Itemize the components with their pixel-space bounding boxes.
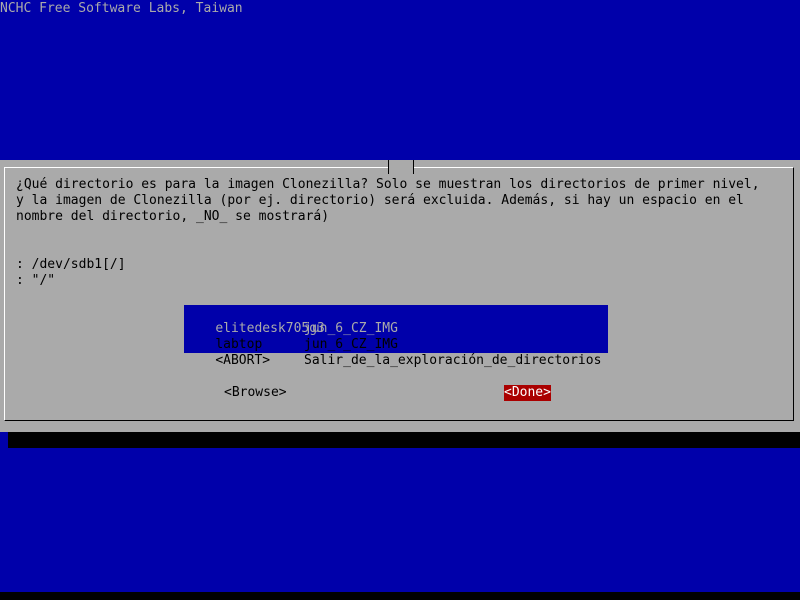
menu-item-abort[interactable]: <ABORT> Salir_de_la_exploración_de_direct… [184, 337, 608, 385]
dialog-shadow [8, 432, 800, 448]
screen: { "backtitle": "NCHC Free Software Labs,… [0, 0, 800, 600]
prompt-line-2: y la imagen de Clonezilla (por ej. direc… [16, 193, 744, 208]
prompt-line-1: ¿Qué directorio es para la imagen Clonez… [16, 177, 760, 192]
dialog-box: ¿Qué directorio es para la imagen Clonez… [0, 160, 800, 432]
dialog-title-notch [388, 160, 414, 174]
menu-item-desc: Salir_de_la_exploración_de_directorios [304, 353, 602, 368]
browse-button[interactable]: <Browse> [224, 385, 287, 401]
bottom-bar [0, 592, 800, 600]
prompt-line-3: nombre del directorio, _NO_ se mostrará) [16, 209, 330, 224]
current-dir-line: : "/" [16, 273, 56, 288]
menu-item-tag: <ABORT> [215, 353, 271, 368]
device-path-line: : /dev/sdb1[/] [16, 257, 126, 272]
done-button[interactable]: <Done> [504, 385, 551, 401]
backtitle: NCHC Free Software Labs, Taiwan [0, 1, 243, 16]
